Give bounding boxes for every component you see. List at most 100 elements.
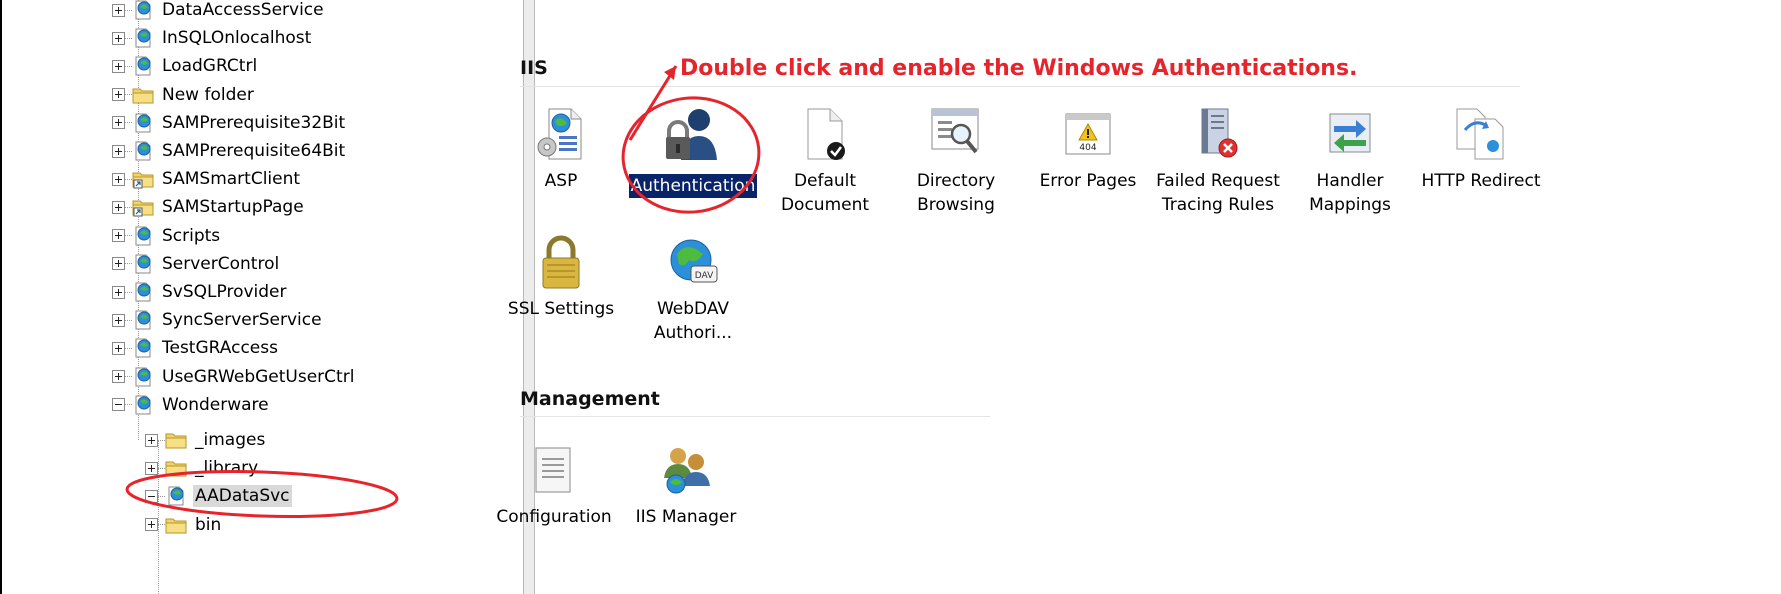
tree-connector — [125, 65, 132, 67]
web-app-icon — [132, 0, 154, 21]
feature-label-authentication: Authentication — [628, 174, 758, 198]
expand-icon[interactable] — [112, 116, 125, 130]
web-app-icon — [132, 140, 154, 162]
collapse-icon[interactable] — [145, 489, 158, 503]
tree-connector — [125, 263, 132, 265]
expand-icon[interactable] — [112, 3, 125, 17]
feature-label-directory-browsing: Directory Browsing — [916, 171, 996, 215]
expand-icon[interactable] — [112, 88, 125, 102]
feature-failed-request-tracing[interactable]: Failed Request Tracing Rules — [1153, 104, 1283, 217]
http-redirect-icon — [1451, 104, 1511, 164]
feature-label-asp: ASP — [544, 171, 578, 191]
tree-connector — [125, 319, 132, 321]
tree-item-label: SAMSmartClient — [162, 169, 301, 190]
svg-text:DAV: DAV — [695, 271, 714, 281]
web-app-icon — [165, 485, 187, 507]
tree-item[interactable]: Scripts — [112, 222, 222, 250]
folder-icon — [165, 429, 187, 451]
tree-connector — [158, 467, 165, 469]
feature-label-default-document: Default Document — [780, 171, 870, 215]
tree-item-label: bin — [195, 514, 222, 535]
tree-item[interactable]: _images — [145, 426, 267, 454]
error-pages-icon: 404 — [1058, 104, 1118, 164]
web-app-icon — [132, 366, 154, 388]
feature-label-error-pages: Error Pages — [1039, 171, 1137, 191]
web-app-icon — [132, 225, 154, 247]
tree-item-label: _images — [195, 430, 266, 450]
web-app-icon — [132, 281, 154, 303]
tree-connector — [158, 524, 165, 526]
group-divider-management — [520, 416, 990, 417]
feature-default-document[interactable]: Default Document — [760, 104, 890, 217]
feature-directory-browsing[interactable]: Directory Browsing — [891, 104, 1021, 217]
feature-label-failed-request-tracing: Failed Request Tracing Rules — [1156, 171, 1280, 215]
tree-connector — [125, 37, 132, 39]
tree-item[interactable]: SAMStartupPage — [112, 193, 306, 221]
tree-connector — [158, 439, 165, 441]
tree-item[interactable]: SAMPrerequisite64Bit — [112, 137, 347, 165]
tree-item[interactable]: TestGRAccess — [112, 334, 280, 362]
feature-authentication[interactable]: Authentication — [628, 104, 758, 198]
feature-error-pages[interactable]: 404 Error Pages — [1023, 104, 1153, 193]
expand-icon[interactable] — [112, 172, 125, 186]
expand-icon[interactable] — [112, 59, 125, 73]
expand-icon[interactable] — [112, 370, 125, 384]
expand-icon[interactable] — [112, 257, 125, 271]
feature-label-iis-manager: IIS Manager — [635, 507, 737, 527]
web-app-icon — [132, 112, 154, 134]
web-app-icon — [132, 55, 154, 77]
tree-item-label: SAMStartupPage — [162, 197, 304, 218]
tree-item[interactable]: UseGRWebGetUserCtrl — [112, 363, 356, 391]
expand-icon[interactable] — [112, 285, 125, 299]
group-title-iis: IIS — [520, 57, 548, 79]
tree-item[interactable]: New folder — [112, 81, 256, 109]
tree-item[interactable]: SAMSmartClient — [112, 165, 302, 193]
tree-connector — [125, 376, 132, 378]
expand-icon[interactable] — [112, 31, 125, 45]
tree-item-label: SvSQLProvider — [162, 282, 287, 302]
tree-item[interactable]: Wonderware — [112, 391, 271, 419]
expand-icon[interactable] — [145, 433, 158, 447]
expand-icon[interactable] — [145, 518, 158, 532]
tree-item-label: SAMPrerequisite32Bit — [162, 112, 346, 133]
tree-connector — [125, 404, 132, 406]
feature-configuration[interactable]: Configuration — [489, 440, 619, 529]
feature-iis-manager[interactable]: IIS Manager — [621, 440, 751, 529]
feature-label-http-redirect: HTTP Redirect — [1421, 171, 1541, 191]
expand-icon[interactable] — [112, 144, 125, 158]
feature-webdav[interactable]: DAV WebDAV Authori... — [628, 232, 758, 345]
tree-item[interactable]: ServerControl — [112, 250, 281, 278]
tree-item[interactable]: SAMPrerequisite32Bit — [112, 109, 347, 137]
tree-connector — [125, 178, 132, 180]
tree-connector — [125, 94, 132, 96]
tree-item[interactable]: AADataSvc — [145, 482, 292, 510]
feature-label-ssl-settings: SSL Settings — [507, 299, 615, 319]
tree-connector — [125, 291, 132, 293]
feature-ssl-settings[interactable]: SSL Settings — [496, 232, 626, 321]
tree-item[interactable]: SyncServerService — [112, 306, 324, 334]
feature-http-redirect[interactable]: HTTP Redirect — [1416, 104, 1546, 193]
web-app-icon — [132, 337, 154, 359]
expand-icon[interactable] — [112, 313, 125, 327]
tree-item[interactable]: bin — [145, 511, 223, 539]
folder-shortcut-icon — [132, 196, 154, 218]
tree-item-label: Scripts — [162, 225, 221, 246]
asp-icon — [531, 104, 591, 164]
expand-icon[interactable] — [112, 229, 125, 243]
tree-item[interactable]: _library — [145, 454, 260, 482]
expand-icon[interactable] — [112, 200, 125, 214]
tree-item[interactable]: SvSQLProvider — [112, 278, 289, 306]
expand-icon[interactable] — [112, 341, 125, 355]
collapse-icon[interactable] — [112, 398, 125, 412]
tree-item[interactable]: InSQLOnlocalhost — [112, 24, 313, 52]
tree-item-label: UseGRWebGetUserCtrl — [162, 366, 355, 387]
expand-icon[interactable] — [145, 461, 158, 475]
tree-item[interactable]: DataAccessService — [112, 0, 326, 24]
connections-tree: DataAccessService InSQLOnlocalhost LoadGRC… — [0, 0, 520, 594]
web-app-icon — [132, 309, 154, 331]
feature-asp[interactable]: ASP — [496, 104, 626, 193]
feature-handler-mappings[interactable]: Handler Mappings — [1285, 104, 1415, 217]
tree-item[interactable]: LoadGRCtrl — [112, 52, 259, 80]
web-app-icon — [132, 394, 154, 416]
tree-item-label: _library — [195, 458, 259, 479]
